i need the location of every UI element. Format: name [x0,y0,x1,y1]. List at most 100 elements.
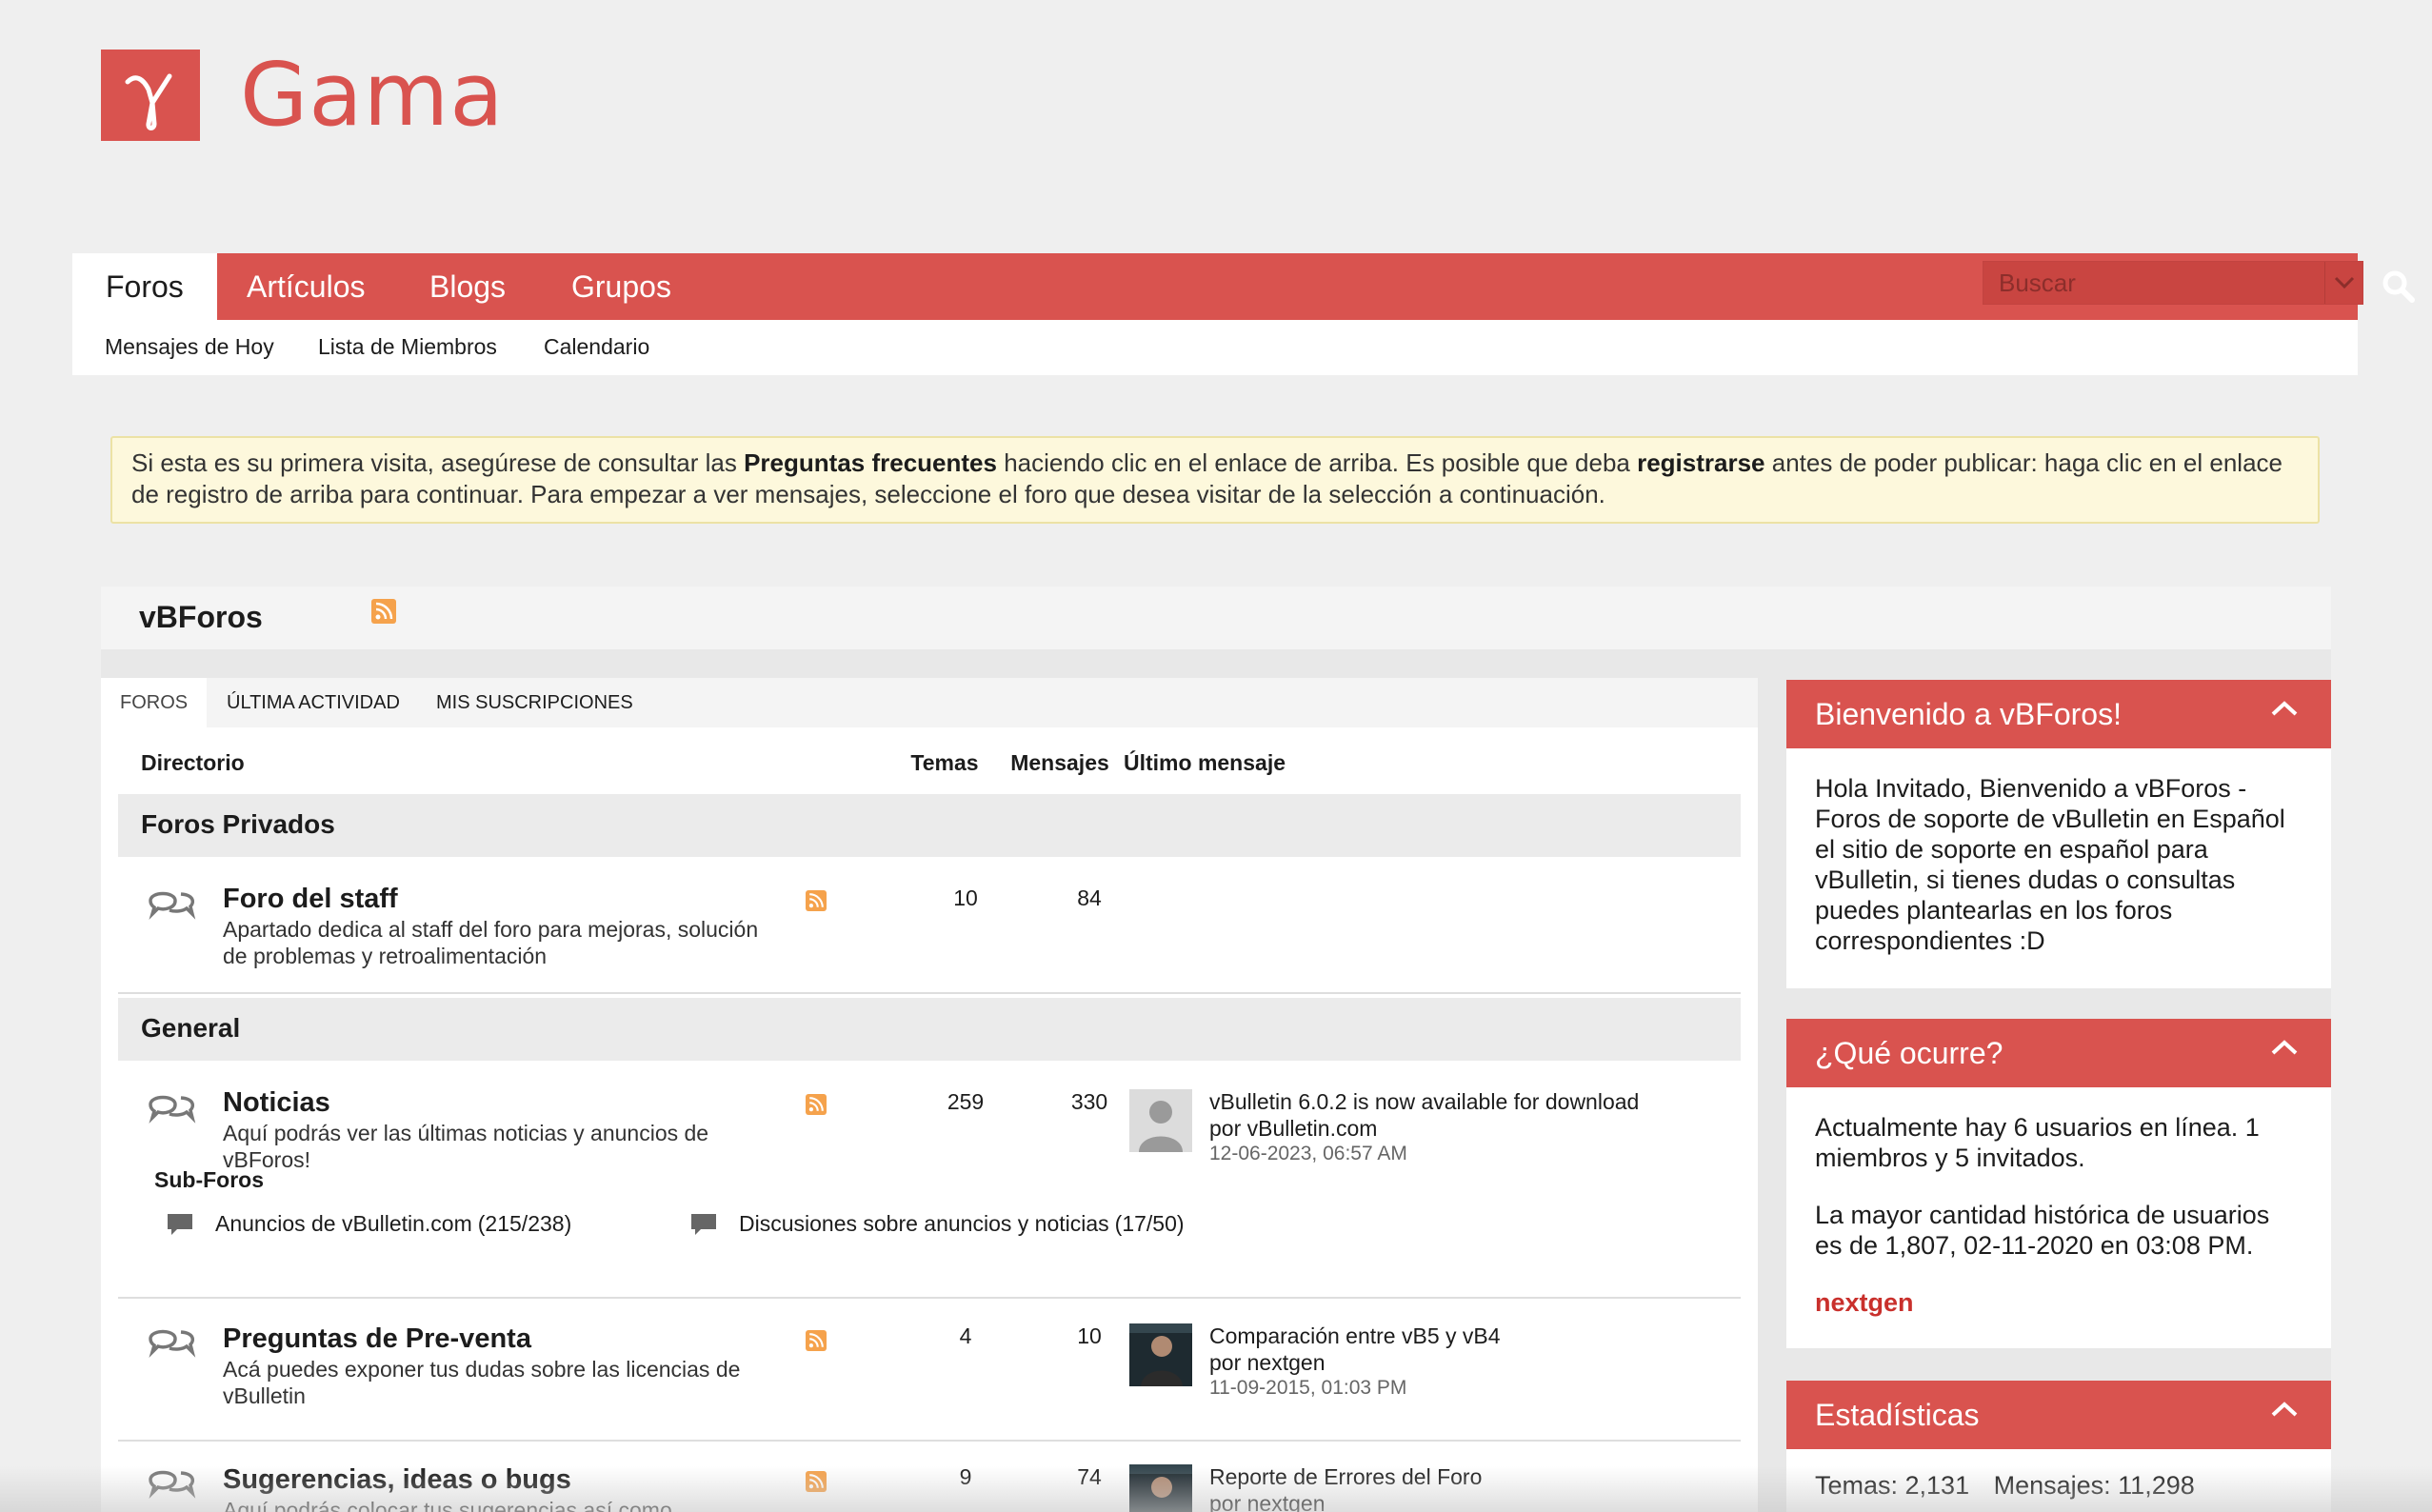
rss-icon[interactable] [806,1471,827,1492]
category-header[interactable]: Foros Privados [118,794,1741,857]
subforum-bubble-icon [168,1213,192,1235]
subforum-link[interactable]: Discusiones sobre anuncios y noticias (1… [689,1211,1185,1237]
welcome-text: Hola Invitado, Bienvenido a vBForos - Fo… [1815,774,2285,955]
subnav-calendario[interactable]: Calendario [544,320,649,373]
statistics-widget: Estadísticas Temas: 2,131 Mensajes: 11,2… [1786,1381,2331,1512]
post-count: 74 [1077,1464,1102,1489]
forum-title-link[interactable]: Preguntas de Pre-venta [223,1323,531,1355]
last-post-title-link[interactable]: Reporte de Errores del Foro [1209,1464,1482,1490]
widget-header[interactable]: Bienvenido a vBForos! [1786,680,2331,748]
notice-text: haciendo clic en el enlace de arriba. Es… [996,448,1638,477]
subnav-lista-de-miembros[interactable]: Lista de Miembros [318,320,497,373]
forum-row: Preguntas de Pre-venta Acá puedes expone… [118,1299,1741,1440]
user-photo-avatar-icon [1129,1323,1192,1386]
chevron-up-icon[interactable] [2270,1400,2299,1419]
category-title: Foros Privados [141,809,335,839]
forum-title-link[interactable]: Sugerencias, ideas o bugs [223,1464,571,1496]
main-navbar: Foros Artículos Blogs Grupos [72,253,2415,320]
category-title: General [141,1013,241,1043]
rss-icon[interactable] [806,1094,827,1115]
avatar[interactable] [1129,1323,1192,1386]
col-header-mensajes: Mensajes [1010,750,1109,775]
last-post-author[interactable]: por vBulletin.com [1209,1116,1377,1142]
widget-title: ¿Qué ocurre? [1815,1036,2003,1070]
nav-tab-articulos[interactable]: Artículos [247,253,365,320]
avatar[interactable] [1129,1089,1192,1152]
stats-topics: Temas: 2,131 [1815,1471,1970,1500]
post-count: 10 [1077,1323,1102,1348]
forum-title-link[interactable]: Noticias [223,1087,330,1119]
welcome-widget: Bienvenido a vBForos! Hola Invitado, Bie… [1786,680,2331,988]
forum-description: Aquí podrás ver las últimas noticias y a… [223,1121,709,1172]
online-user-link[interactable]: nextgen [1815,1287,2302,1318]
nav-tab-grupos[interactable]: Grupos [571,253,671,320]
topic-count: 10 [953,885,978,910]
widget-body: Hola Invitado, Bienvenido a vBForos - Fo… [1786,748,2331,981]
forum-bubbles-icon [149,1329,196,1359]
page-title: vBForos [139,600,263,634]
tab-ultima-actividad[interactable]: ÚLTIMA ACTIVIDAD [208,678,419,727]
category-header[interactable]: General [118,998,1741,1061]
col-header-directorio: Directorio [141,750,245,775]
whats-happening-widget: ¿Qué ocurre? Actualmente hay 6 usuarios … [1786,1019,2331,1348]
subforum-link[interactable]: Anuncios de vBulletin.com (215/238) [166,1211,571,1237]
subnav-mensajes-de-hoy[interactable]: Mensajes de Hoy [105,320,274,373]
notice-text: Si esta es su primera visita, asegúrese … [131,448,745,477]
subforum-title: Anuncios de vBulletin.com [215,1211,472,1236]
nav-tab-blogs[interactable]: Blogs [429,253,506,320]
last-post-title-link[interactable]: Comparación entre vB5 y vB4 [1209,1323,1501,1349]
subforum-counts: (215/238) [477,1211,572,1236]
post-count: 330 [1070,1089,1108,1114]
register-link[interactable]: registrarse [1637,448,1764,477]
nav-tab-foros[interactable]: Foros [72,253,217,320]
tab-foros[interactable]: FOROS [101,678,208,727]
last-post-title-link[interactable]: vBulletin 6.0.2 is now available for dow… [1209,1089,1639,1115]
col-header-ultimo-mensaje: Último mensaje [1124,750,1286,775]
forum-row: Foro del staff Apartado dedica al staff … [118,857,1741,992]
online-users-text: Actualmente hay 6 usuarios en línea. 1 m… [1815,1113,2260,1172]
gamma-logo-icon [101,50,200,141]
topic-count: 9 [959,1464,972,1489]
site-logo[interactable]: Gama [101,50,505,141]
last-post-author[interactable]: por nextgen [1209,1491,1325,1512]
rss-icon[interactable] [371,599,396,624]
widget-title: Bienvenido a vBForos! [1815,697,2122,731]
widget-header[interactable]: ¿Qué ocurre? [1786,1019,2331,1087]
subforum-counts: (17/50) [1114,1211,1185,1236]
welcome-notice: Si esta es su primera visita, asegúrese … [110,436,2320,524]
user-photo-avatar-icon [1129,1464,1192,1512]
rss-icon[interactable] [806,1330,827,1351]
rss-icon[interactable] [806,890,827,911]
last-post-author[interactable]: por nextgen [1209,1350,1325,1376]
widget-header[interactable]: Estadísticas [1786,1381,2331,1449]
chevron-up-icon[interactable] [2270,699,2299,718]
sub-navbar: Mensajes de Hoy Lista de Miembros Calend… [72,320,2358,375]
subforum-title: Discusiones sobre anuncios y noticias [739,1211,1109,1236]
default-user-avatar-icon [1129,1089,1192,1152]
forum-list-panel: Directorio Temas Mensajes Último mensaje… [101,727,1758,1512]
forum-tabs: FOROS ÚLTIMA ACTIVIDAD MIS SUSCRIPCIONES [101,678,1758,727]
search-box [1983,261,2363,305]
subforums-label: Sub-Foros [154,1167,264,1192]
search-button[interactable] [2367,253,2430,320]
widget-body: Actualmente hay 6 usuarios en línea. 1 m… [1786,1087,2331,1343]
chevron-up-icon[interactable] [2270,1038,2299,1057]
tab-mis-suscripciones[interactable]: MIS SUSCRIPCIONES [417,678,652,727]
search-options-dropdown[interactable] [2324,262,2362,304]
forum-bubbles-icon [149,1095,196,1124]
faq-link[interactable]: Preguntas frecuentes [744,448,997,477]
forum-bubbles-icon [149,891,196,921]
search-input[interactable] [1983,262,2322,304]
search-icon [2382,270,2415,303]
channel-title-bar: vBForos [101,587,2331,649]
avatar[interactable] [1129,1464,1192,1512]
widget-body: Temas: 2,131 Mensajes: 11,298 [1786,1449,2331,1512]
col-header-temas: Temas [910,750,979,775]
topic-count: 4 [959,1323,972,1348]
forum-title-link[interactable]: Foro del staff [223,884,398,915]
row-divider [118,992,1741,994]
last-post-date: 12-06-2023, 06:57 AM [1209,1143,1407,1164]
forum-description: Aquí podrás colocar tus sugerencias así … [223,1498,672,1512]
forum-description: Apartado dedica al staff del foro para m… [223,917,759,968]
forum-row: Sugerencias, ideas o bugs Aquí podrás co… [118,1442,1741,1512]
